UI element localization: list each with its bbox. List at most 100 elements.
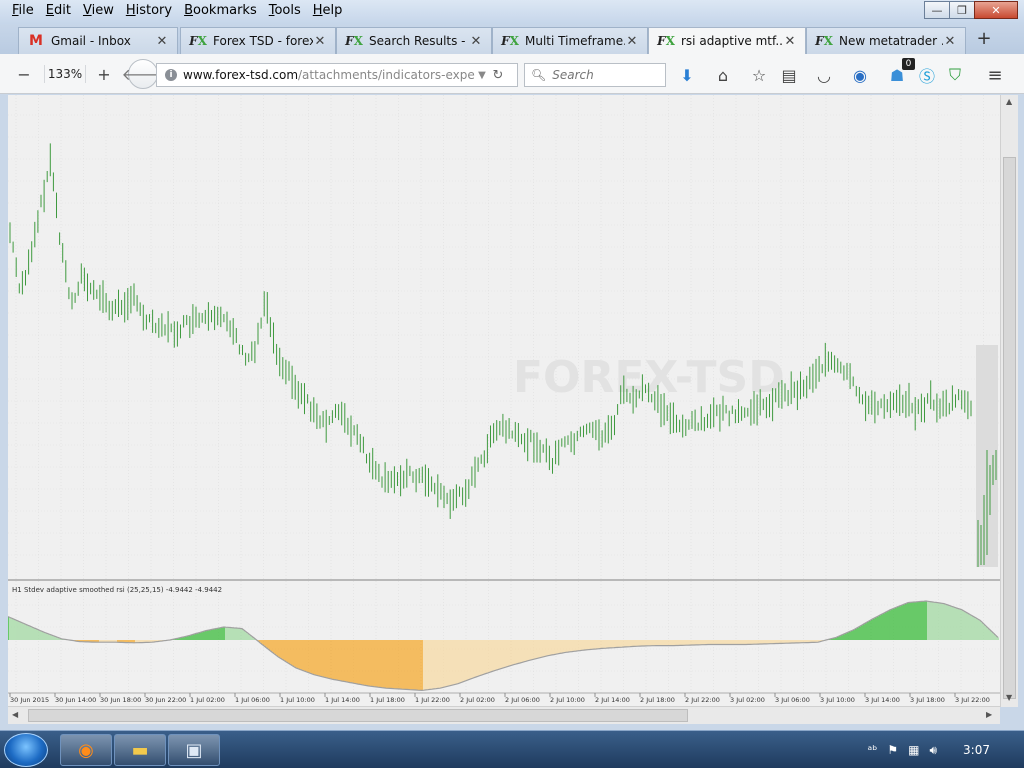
back-button[interactable]: 🡐 (122, 59, 164, 89)
tab-search-results[interactable]: FX Search Results - ... ✕ (336, 27, 492, 54)
firefox-taskbar-icon[interactable]: ◉ (60, 734, 112, 766)
x-tick-label: 3 Jul 18:00 (910, 696, 945, 704)
search-icon: 🔍︎ (531, 68, 547, 82)
notification-badge: 0 (902, 58, 915, 70)
x-axis-ticks: 30 Jun 2015 30 Jun 14:00 30 Jun 18:00 30 Ju… (8, 692, 1000, 704)
x-tick-label: 3 Jul 06:00 (775, 696, 810, 704)
forex-chart: FOREX-TSD H1 Stdev adaptive smoothed rsi… (8, 95, 1000, 704)
x-tick-label: 30 Jun 2015 (10, 696, 49, 704)
scroll-down-icon[interactable]: ▼ (1006, 693, 1012, 702)
addon-globe-icon[interactable]: ◉ (849, 64, 871, 86)
price-bars (9, 143, 997, 567)
volume-icon[interactable]: 🔊︎ (929, 743, 937, 758)
fx-icon: FX (657, 34, 675, 48)
zoom-in-button[interactable]: + (92, 62, 116, 86)
x-tick-label: 1 Jul 06:00 (235, 696, 270, 704)
url-text[interactable]: www.forex-tsd.com/attachments/indicators… (183, 68, 475, 82)
chart-grid (8, 95, 1000, 693)
scroll-right-icon[interactable]: ▶ (986, 710, 992, 719)
zoom-level[interactable]: 133% (44, 65, 86, 83)
menu-bar: File Edit View History Bookmarks Tools Help (6, 2, 348, 19)
clock[interactable]: 3:07 (963, 743, 990, 757)
flag-icon[interactable]: ⚑ (887, 743, 898, 757)
gmail-icon: M (29, 33, 43, 49)
x-tick-label: 3 Jul 14:00 (865, 696, 900, 704)
home-icon[interactable]: ⌂ (712, 64, 734, 86)
tab-strip: M Gmail - Inbox ✕ FX Forex TSD - forex..… (0, 24, 1024, 54)
reading-list-icon[interactable]: ▤ (778, 64, 800, 86)
x-tick-label: 2 Jul 06:00 (505, 696, 540, 704)
system-tray: ᵃᵇ ⚑ ▦ 🔊︎ 3:07 (868, 731, 1016, 768)
tab-close-icon[interactable]: ✕ (469, 34, 483, 49)
navigation-toolbar: − 133% + 🡐 i www.forex-tsd.com/attachmen… (0, 54, 1024, 94)
new-tab-button[interactable]: + (972, 28, 996, 50)
url-bar[interactable]: i www.forex-tsd.com/attachments/indicato… (156, 63, 518, 87)
hamburger-menu-icon[interactable]: ≡ (984, 64, 1006, 86)
tab-new-metatrader[interactable]: FX New metatrader ... ✕ (806, 27, 966, 54)
x-tick-label: 3 Jul 02:00 (730, 696, 765, 704)
menu-file[interactable]: File (6, 2, 40, 19)
fx-icon: FX (501, 34, 519, 48)
fx-icon: FX (815, 34, 833, 48)
tab-close-icon[interactable]: ✕ (313, 34, 327, 49)
tab-label: Multi Timeframe... (525, 34, 625, 48)
zoom-out-button[interactable]: − (12, 62, 36, 86)
search-input[interactable] (552, 68, 663, 82)
menu-view[interactable]: View (77, 2, 120, 19)
taskbar: ◉ ▬ ▣ ᵃᵇ ⚑ ▦ 🔊︎ 3:07 (0, 730, 1024, 768)
tab-close-icon[interactable]: ✕ (943, 34, 957, 49)
close-window-button[interactable]: ✕ (974, 1, 1018, 19)
search-bar[interactable]: 🔍︎ (524, 63, 666, 87)
explorer-taskbar-icon[interactable]: ▬ (114, 734, 166, 766)
horizontal-scrollbar[interactable]: ◀ ▶ (8, 706, 1000, 724)
window-controls: — ❐ ✕ (924, 1, 1018, 19)
tab-multi-timeframe[interactable]: FX Multi Timeframe... ✕ (492, 27, 648, 54)
oscillator-line (8, 600, 999, 692)
shield-icon[interactable]: ⛉ (944, 64, 966, 86)
x-tick-label: 1 Jul 02:00 (190, 696, 225, 704)
pocket-icon[interactable]: ◡ (813, 64, 835, 86)
scroll-left-icon[interactable]: ◀ (12, 710, 18, 719)
vertical-scrollbar[interactable]: ▲ ▼ (1000, 95, 1018, 707)
network-icon[interactable]: ▦ (908, 743, 919, 757)
tab-label: Forex TSD - forex... (213, 34, 313, 48)
fx-icon: FX (189, 34, 207, 48)
menu-edit[interactable]: Edit (40, 2, 77, 19)
x-tick-label: 30 Jun 18:00 (100, 696, 141, 704)
x-tick-label: 1 Jul 18:00 (370, 696, 405, 704)
url-dropdown-icon[interactable]: ▼ (475, 70, 489, 81)
skype-icon[interactable]: Ⓢ (916, 64, 938, 86)
tab-close-icon[interactable]: ✕ (783, 34, 797, 49)
site-info-icon[interactable]: i (165, 69, 177, 81)
menu-help[interactable]: Help (307, 2, 349, 19)
tab-close-icon[interactable]: ✕ (155, 34, 169, 49)
bookmark-star-icon[interactable]: ☆ (748, 64, 770, 86)
x-tick-label: 30 Jun 14:00 (55, 696, 96, 704)
tab-rsi-adaptive-mtf[interactable]: FX rsi adaptive mtf.... ✕ (648, 27, 806, 54)
browser-window: File Edit View History Bookmarks Tools Help — … (0, 0, 1024, 730)
tab-close-icon[interactable]: ✕ (625, 34, 639, 49)
language-icon[interactable]: ᵃᵇ (868, 743, 878, 757)
minimize-button[interactable]: — (924, 1, 950, 19)
download-icon[interactable]: ⬇ (676, 64, 698, 86)
horizontal-scroll-thumb[interactable] (28, 709, 688, 722)
url-domain: www.forex-tsd.com (183, 68, 299, 82)
vertical-scroll-thumb[interactable] (1003, 157, 1016, 699)
tab-gmail-inbox[interactable]: M Gmail - Inbox ✕ (18, 27, 178, 54)
oscillator-bars (8, 601, 999, 691)
tab-forex-tsd[interactable]: FX Forex TSD - forex... ✕ (180, 27, 336, 54)
tab-label: rsi adaptive mtf.... (681, 34, 783, 48)
x-tick-label: 3 Jul 10:00 (820, 696, 855, 704)
menu-bookmarks[interactable]: Bookmarks (178, 2, 263, 19)
start-button[interactable] (4, 733, 48, 767)
tab-label: Search Results - ... (369, 34, 469, 48)
x-tick-label: 1 Jul 10:00 (280, 696, 315, 704)
maximize-button[interactable]: ❐ (949, 1, 975, 19)
menu-tools[interactable]: Tools (263, 2, 307, 19)
reload-icon[interactable]: ↻ (489, 68, 507, 83)
x-tick-label: 2 Jul 18:00 (640, 696, 675, 704)
scroll-up-icon[interactable]: ▲ (1006, 97, 1012, 106)
tab-label: Gmail - Inbox (51, 34, 131, 48)
window-taskbar-icon[interactable]: ▣ (168, 734, 220, 766)
menu-history[interactable]: History (120, 2, 178, 19)
